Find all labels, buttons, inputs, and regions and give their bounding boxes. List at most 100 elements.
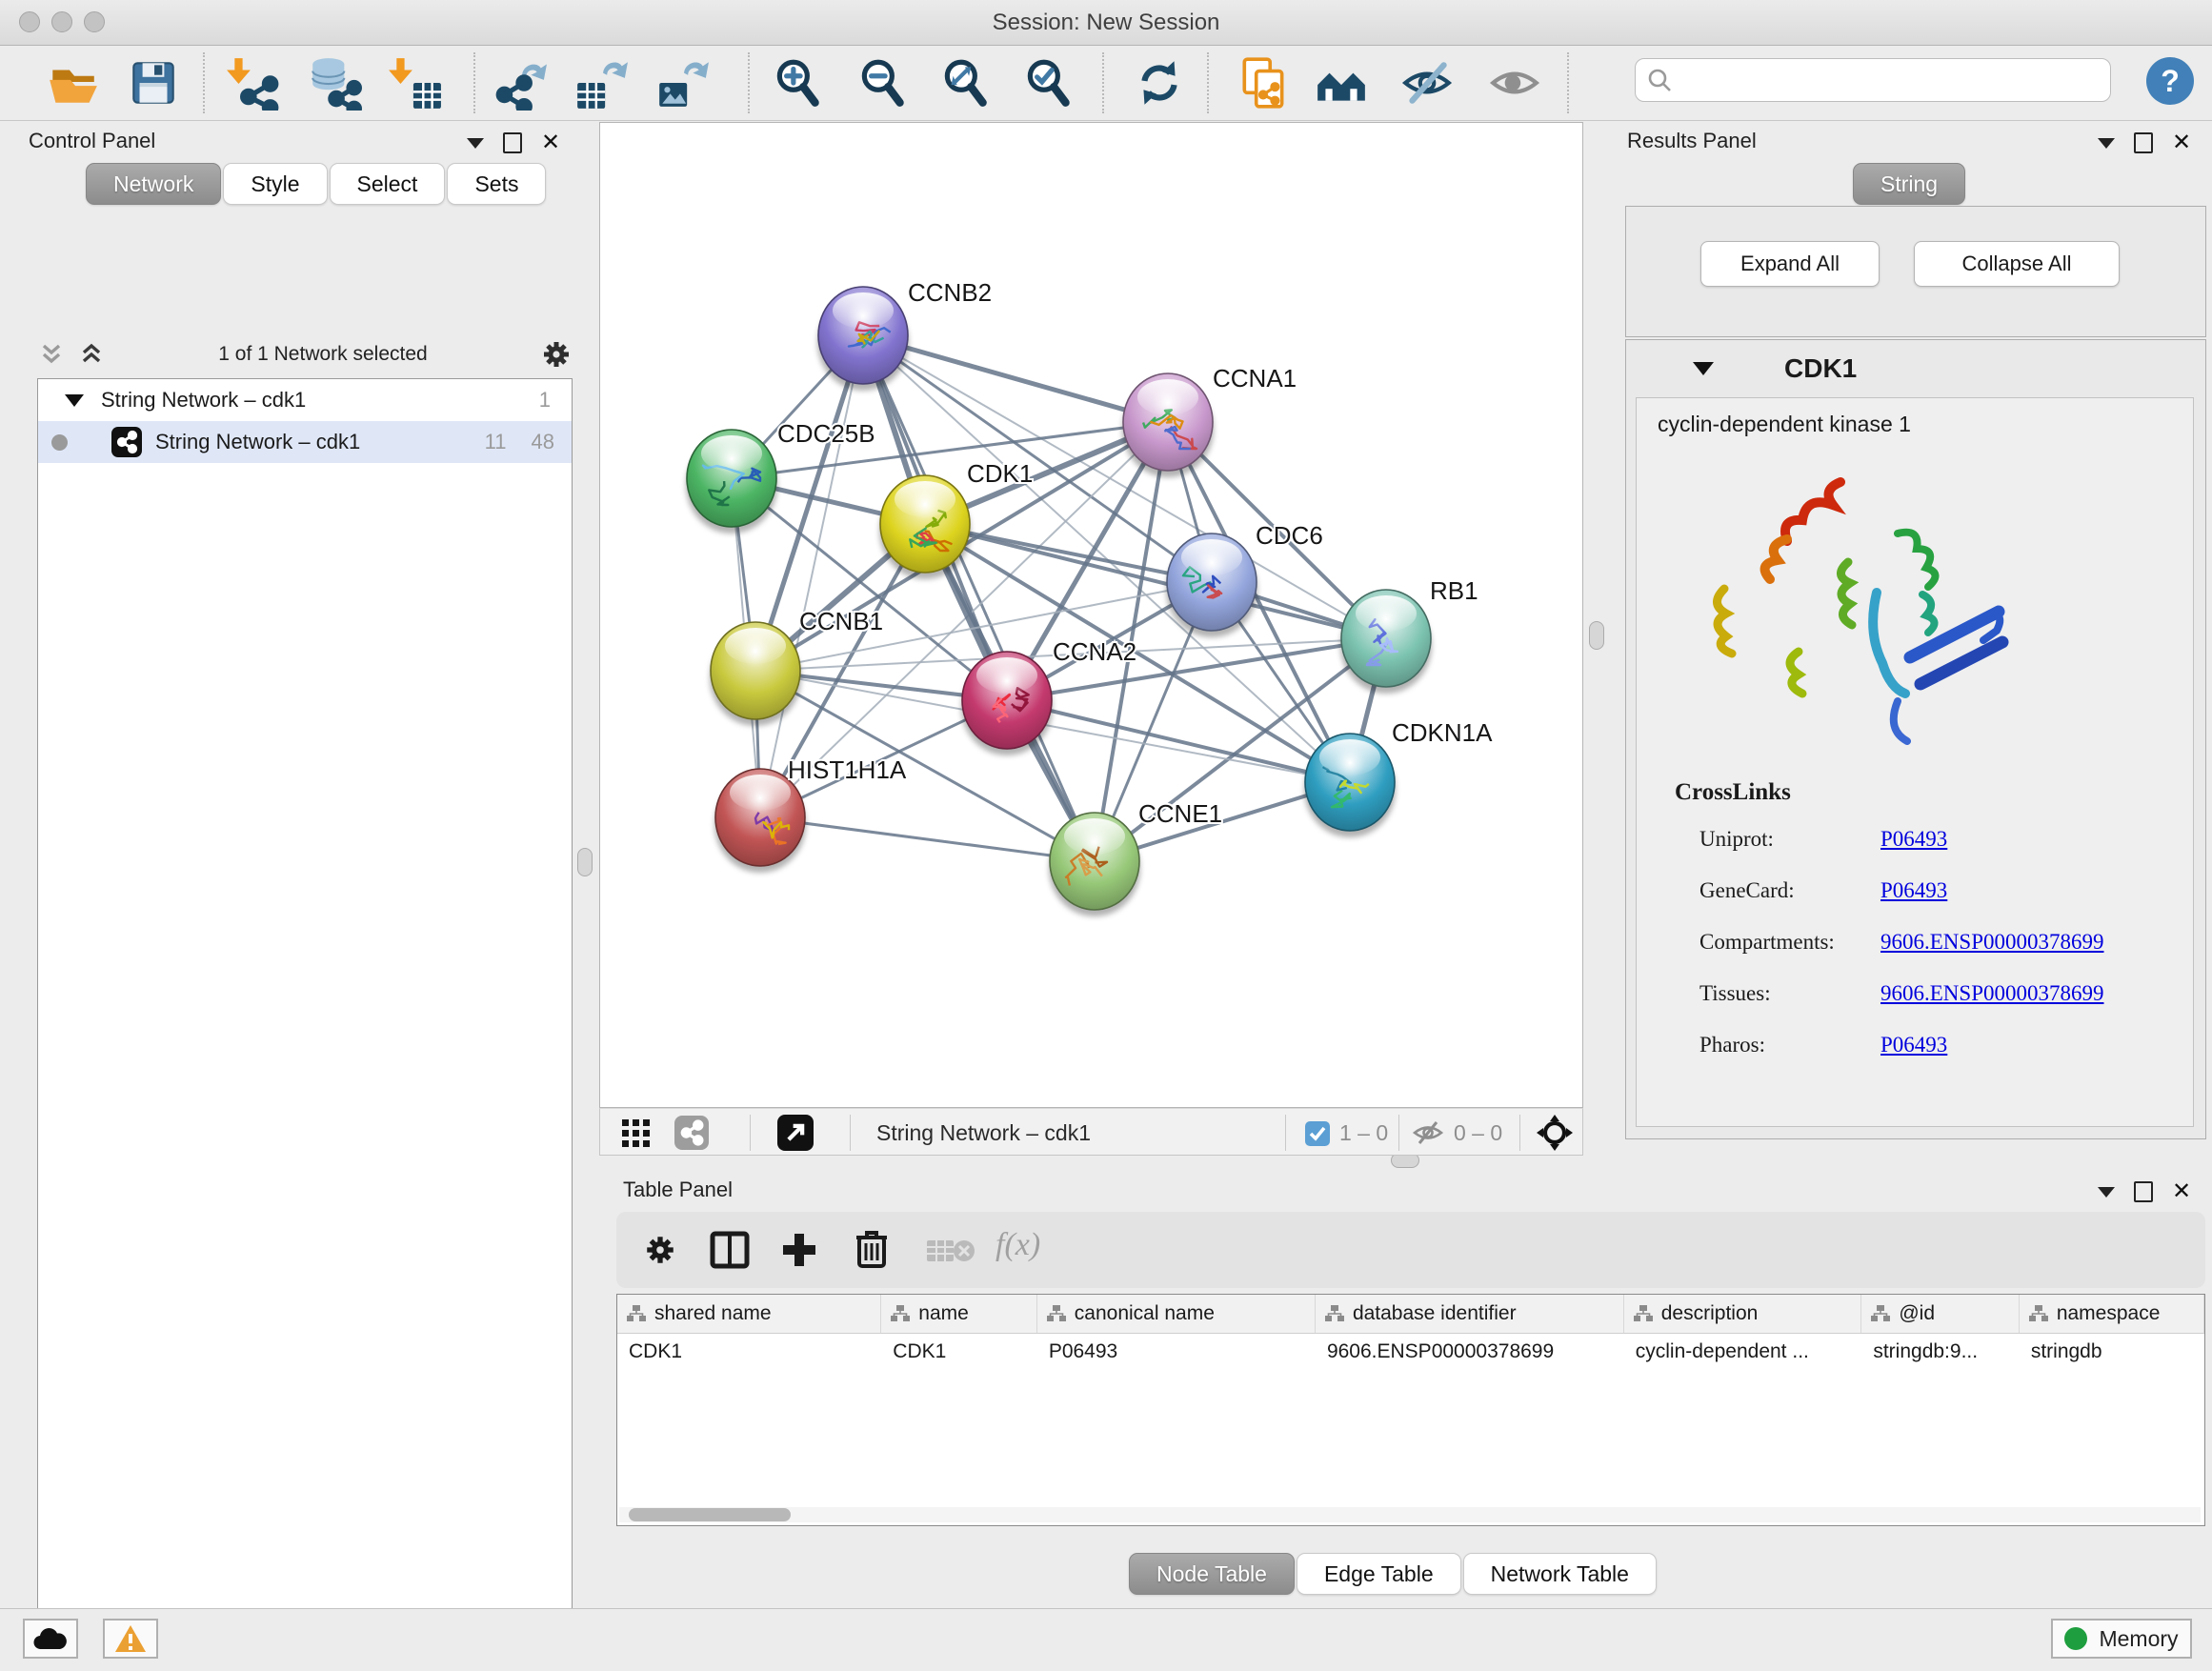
warning-button[interactable]: [103, 1619, 158, 1659]
entry-expander-icon[interactable]: [1693, 362, 1714, 375]
column-header-shared-name[interactable]: shared name: [617, 1295, 881, 1333]
memory-button[interactable]: Memory: [2051, 1619, 2192, 1659]
import-network-database-icon[interactable]: [307, 55, 362, 111]
gene-entry-header[interactable]: CDK1: [1626, 346, 2205, 392]
column-header-namespace[interactable]: namespace: [2020, 1295, 2204, 1333]
import-table-file-icon[interactable]: [388, 55, 443, 111]
crosslink-row: GeneCard:P06493: [1699, 865, 2176, 916]
control-panel-menu-icon[interactable]: [467, 138, 484, 149]
split-columns-icon[interactable]: [710, 1231, 750, 1274]
results-panel-menu-icon[interactable]: [2098, 138, 2115, 149]
control-panel-close-icon[interactable]: ✕: [541, 134, 560, 151]
table-header-row: shared namenamecanonical namedatabase id…: [617, 1295, 2204, 1334]
save-session-icon[interactable]: [126, 55, 181, 111]
table-row[interactable]: CDK1CDK1P064939606.ENSP00000378699cyclin…: [617, 1334, 2204, 1369]
zoom-in-icon[interactable]: [770, 55, 825, 111]
network-node[interactable]: [710, 622, 801, 726]
network-node[interactable]: [1122, 373, 1214, 477]
tab-edge-table[interactable]: Edge Table: [1297, 1553, 1461, 1595]
crosslink-link[interactable]: 9606.ENSP00000378699: [1880, 981, 2104, 1006]
tab-style[interactable]: Style: [223, 163, 327, 205]
table-panel-menu-icon[interactable]: [2098, 1187, 2115, 1198]
table-panel-close-icon[interactable]: ✕: [2172, 1183, 2191, 1200]
column-header-database-identifier[interactable]: database identifier: [1316, 1295, 1624, 1333]
export-table-icon[interactable]: [573, 55, 629, 111]
table-panel-title: Table Panel: [623, 1178, 733, 1202]
zoom-selected-icon[interactable]: [1020, 55, 1076, 111]
control-panel-title: Control Panel: [29, 129, 155, 153]
navigator-crosshair-icon[interactable]: [1536, 1114, 1574, 1157]
column-header-label: @id: [1899, 1302, 1935, 1325]
crosslinks-list: Uniprot:P06493GeneCard:P06493Compartment…: [1699, 814, 2176, 1071]
network-canvas[interactable]: CCNB2CCNA1CDC25BCDK1CDC6RB1CCNB1CCNA2CDK…: [599, 122, 1583, 1108]
column-header-description[interactable]: description: [1624, 1295, 1862, 1333]
network-node[interactable]: [1304, 734, 1396, 837]
expand-all-icon[interactable]: [77, 340, 106, 369]
network-node[interactable]: [714, 769, 806, 873]
show-all-eye-icon[interactable]: [1487, 55, 1542, 111]
open-file-icon[interactable]: [45, 55, 100, 111]
column-header-name[interactable]: name: [881, 1295, 1037, 1333]
tab-network[interactable]: Network: [86, 163, 221, 205]
tab-node-table[interactable]: Node Table: [1129, 1553, 1295, 1595]
crosslink-link[interactable]: P06493: [1880, 1033, 1947, 1057]
node-table[interactable]: shared namenamecanonical namedatabase id…: [616, 1294, 2205, 1526]
network-node[interactable]: [1049, 813, 1140, 916]
show-grid-icon[interactable]: [621, 1117, 652, 1153]
network-node[interactable]: [1340, 590, 1432, 694]
network-style-toggle-icon[interactable]: [674, 1116, 709, 1150]
network-node[interactable]: [1166, 534, 1257, 637]
table-tabs: Node TableEdge TableNetwork Table: [1129, 1553, 1659, 1595]
expand-all-button[interactable]: Expand All: [1700, 241, 1880, 287]
export-network-icon[interactable]: [493, 55, 548, 111]
control-panel-float-icon[interactable]: [503, 132, 522, 153]
collapse-all-icon[interactable]: [37, 340, 66, 369]
export-image-icon[interactable]: [654, 55, 710, 111]
tab-network-table[interactable]: Network Table: [1463, 1553, 1657, 1595]
crosslink-link[interactable]: 9606.ENSP00000378699: [1880, 930, 2104, 955]
first-neighbors-icon[interactable]: [1314, 55, 1369, 111]
delete-column-trash-icon[interactable]: [855, 1229, 889, 1274]
refresh-icon[interactable]: [1132, 55, 1187, 111]
network-node[interactable]: [817, 287, 909, 391]
network-node[interactable]: [961, 652, 1053, 755]
table-hscrollbar[interactable]: [619, 1507, 2201, 1522]
hidden-eye-slash-icon[interactable]: [1412, 1118, 1444, 1152]
table-panel-float-icon[interactable]: [2134, 1181, 2153, 1202]
network-collection-row[interactable]: String Network – cdk1 1: [38, 379, 572, 421]
search-field[interactable]: [1635, 58, 2111, 102]
open-in-browser-icon[interactable]: [777, 1115, 814, 1151]
crosslink-link[interactable]: P06493: [1880, 827, 1947, 852]
network-node[interactable]: [686, 430, 777, 534]
network-graph[interactable]: CCNB2CCNA1CDC25BCDK1CDC6RB1CCNB1CCNA2CDK…: [600, 123, 1582, 1107]
column-header--id[interactable]: @id: [1861, 1295, 2019, 1333]
main-toolbar: ?: [0, 46, 2212, 121]
tab-select[interactable]: Select: [330, 163, 446, 205]
selected-nodes-checkbox[interactable]: [1305, 1121, 1330, 1146]
collection-expander-icon[interactable]: [65, 394, 84, 407]
table-hscrollbar-thumb[interactable]: [629, 1508, 791, 1521]
collapse-all-button[interactable]: Collapse All: [1914, 241, 2120, 287]
network-row-selected[interactable]: String Network – cdk1 11 48: [38, 421, 572, 463]
results-panel-close-icon[interactable]: ✕: [2172, 134, 2191, 151]
search-input[interactable]: [1679, 67, 2110, 93]
results-panel-float-icon[interactable]: [2134, 132, 2153, 153]
table-gear-icon[interactable]: [643, 1233, 677, 1272]
help-button[interactable]: ?: [2146, 57, 2194, 105]
network-options-gear-icon[interactable]: [540, 338, 573, 371]
clone-network-icon[interactable]: [1237, 55, 1292, 111]
hide-selected-eye-slash-icon[interactable]: [1399, 55, 1455, 111]
zoom-fit-icon[interactable]: [937, 55, 993, 111]
add-column-icon[interactable]: [780, 1231, 818, 1274]
cloud-button[interactable]: [23, 1619, 78, 1659]
column-header-canonical-name[interactable]: canonical name: [1037, 1295, 1316, 1333]
network-node[interactable]: [879, 475, 971, 579]
crosslink-link[interactable]: P06493: [1880, 878, 1947, 903]
right-splitter-handle[interactable]: [1589, 621, 1604, 650]
import-network-file-icon[interactable]: [226, 55, 281, 111]
tab-string[interactable]: String: [1853, 163, 1965, 205]
tab-sets[interactable]: Sets: [447, 163, 546, 205]
zoom-out-icon[interactable]: [855, 55, 910, 111]
left-splitter-handle[interactable]: [577, 848, 593, 876]
node-label: CDC25B: [777, 419, 875, 448]
